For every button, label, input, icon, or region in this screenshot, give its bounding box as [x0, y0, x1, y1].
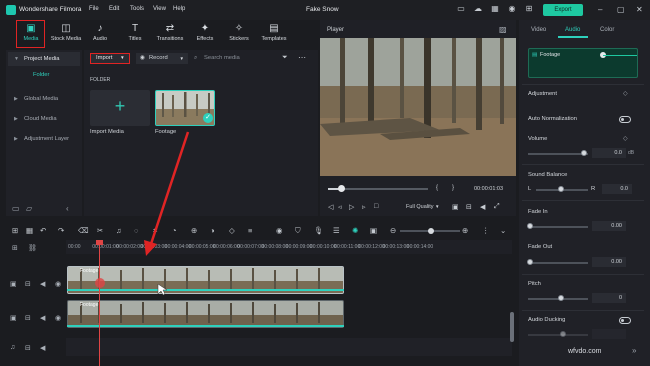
annotation-arrow [95, 131, 190, 296]
watermark-text: wfvdo.com [568, 348, 602, 355]
